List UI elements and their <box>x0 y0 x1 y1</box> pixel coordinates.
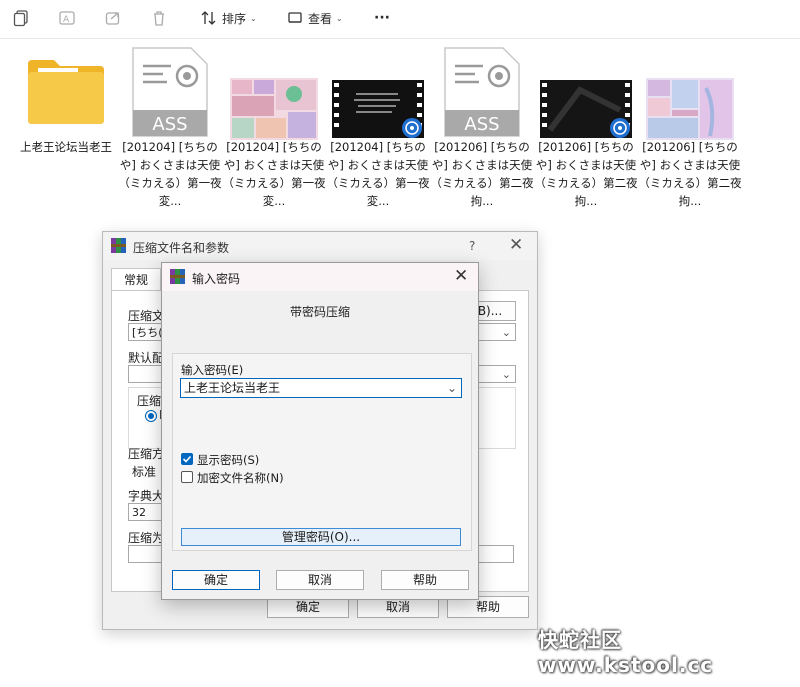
default-profile-label: 默认配 <box>128 351 165 365</box>
command-bar: A 排序 ⌄ 查看 ⌄ ··· <box>0 0 800 39</box>
password-value: 上老王论坛当老王 <box>184 381 281 395</box>
chevron-down-icon: ⌄ <box>501 368 511 381</box>
radio-dot <box>148 413 154 419</box>
view-button[interactable]: 查看 ⌄ <box>286 6 343 30</box>
more-button[interactable]: ··· <box>374 6 390 30</box>
subtitle-file-icon: ASS <box>444 47 520 137</box>
file-name: [201204] [ちちのや] おくさまは天使（ミカえる）第一夜 変... <box>326 140 430 208</box>
dialog-title: 压缩文件名和参数 <box>133 241 230 255</box>
dictionary-value: 32 <box>132 506 146 519</box>
ass-badge: ASS <box>464 114 499 135</box>
ok-button[interactable]: 确定 <box>172 570 260 590</box>
subtitle-file-icon: ASS <box>132 47 208 137</box>
file-item[interactable]: [201204] [ちちのや] おくさまは天使（ミカえる）第一夜 変... <box>326 44 430 214</box>
copy-icon <box>13 10 28 27</box>
password-label: 输入密码(E) <box>181 363 244 377</box>
chevron-down-icon: ⌄ <box>336 13 343 23</box>
file-item[interactable]: ASS [201204] [ちちのや] おくさまは天使（ミカえる）第一夜 変..… <box>118 44 222 214</box>
view-label: 查看 <box>308 11 333 26</box>
image-thumbnail <box>646 78 734 140</box>
file-item[interactable]: [201206] [ちちのや] おくさまは天使（ミカえる）第二夜 拘... <box>638 44 742 214</box>
sort-icon <box>201 11 216 25</box>
file-name: 上老王论坛当老王 <box>20 140 112 154</box>
file-item[interactable]: ASS [201206] [ちちのや] おくさまは天使（ミカえる）第二夜 拘..… <box>430 44 534 214</box>
rename-button[interactable]: A <box>58 6 76 30</box>
file-name: [201204] [ちちのや] おくさまは天使（ミカえる）第一夜 変... <box>118 140 222 208</box>
password-group: 输入密码(E) 上老王论坛当老王 ⌄ 显示密码(S) 加密文件名称(N) 管理密… <box>172 353 472 551</box>
split-label: 压缩为 <box>128 531 165 545</box>
chevron-down-icon: ⌄ <box>446 381 457 395</box>
archive-name-value: [ちち( <box>132 326 163 339</box>
share-icon <box>105 12 120 25</box>
chevron-down-icon: ⌄ <box>501 326 511 339</box>
dialog-title: 输入密码 <box>192 272 241 286</box>
watermark: 快蛇社区 www.kstool.cc <box>538 628 714 677</box>
dialog-titlebar: 输入密码 ✕ <box>162 263 478 291</box>
delete-button[interactable] <box>150 6 168 30</box>
tab-general[interactable]: 常规 <box>111 268 161 291</box>
encrypt-names-checkbox[interactable] <box>181 471 193 483</box>
file-name: [201206] [ちちのや] おくさまは天使（ミカえる）第二夜 拘... <box>534 140 638 208</box>
copy-button[interactable] <box>12 6 30 30</box>
show-password-checkbox[interactable] <box>181 453 193 465</box>
encrypt-names-label: 加密文件名称(N) <box>197 471 284 485</box>
svg-text:A: A <box>63 15 70 25</box>
dialog-titlebar: 压缩文件名和参数 ? ✕ <box>103 232 537 260</box>
dialog-heading: 带密码压缩 <box>289 305 350 319</box>
file-name: [201206] [ちちのや] おくさまは天使（ミカえる）第二夜 拘... <box>638 140 742 208</box>
file-name: [201204] [ちちのや] おくさまは天使（ミカえる）第一夜 変... <box>222 140 326 208</box>
cancel-button[interactable]: 取消 <box>276 570 364 590</box>
dictionary-label: 字典大 <box>128 489 165 503</box>
show-password-label: 显示密码(S) <box>197 453 260 467</box>
method-label: 压缩方 <box>128 447 165 461</box>
video-thumbnail <box>332 80 424 138</box>
winrar-icon <box>170 269 185 284</box>
trash-icon <box>154 11 164 26</box>
close-icon[interactable]: ✕ <box>509 235 523 255</box>
image-thumbnail <box>230 78 318 140</box>
file-item[interactable]: 上老王论坛当老王 <box>14 44 118 214</box>
chevron-down-icon: ⌄ <box>250 13 257 23</box>
view-icon <box>288 12 302 23</box>
file-item[interactable]: [201204] [ちちのや] おくさまは天使（ミカえる）第一夜 変... <box>222 44 326 214</box>
help-button[interactable]: 帮助 <box>381 570 469 590</box>
folder-icon <box>28 60 104 124</box>
video-thumbnail <box>540 80 632 138</box>
rename-icon: A <box>59 11 75 25</box>
file-item[interactable]: [201206] [ちちのや] おくさまは天使（ミカえる）第二夜 拘... <box>534 44 638 214</box>
checkmark-icon <box>182 455 192 463</box>
close-icon[interactable]: ✕ <box>454 266 468 286</box>
sort-button[interactable]: 排序 ⌄ <box>200 6 257 30</box>
more-icon: ··· <box>374 10 390 26</box>
manage-passwords-button[interactable]: 管理密码(O)... <box>181 528 461 546</box>
archive-name-label: 压缩文 <box>128 309 165 323</box>
file-name: [201206] [ちちのや] おくさまは天使（ミカえる）第二夜 拘... <box>430 140 534 208</box>
ass-badge: ASS <box>152 114 187 135</box>
share-button[interactable] <box>104 6 122 30</box>
winrar-icon <box>111 238 126 253</box>
sort-label: 排序 <box>222 11 247 26</box>
password-input[interactable]: 上老王论坛当老王 ⌄ <box>180 378 462 398</box>
help-icon[interactable]: ? <box>469 239 475 253</box>
method-value[interactable]: 标准 <box>132 463 156 480</box>
password-dialog: 输入密码 ✕ 带密码压缩 输入密码(E) 上老王论坛当老王 ⌄ 显示密码(S) … <box>161 262 479 600</box>
